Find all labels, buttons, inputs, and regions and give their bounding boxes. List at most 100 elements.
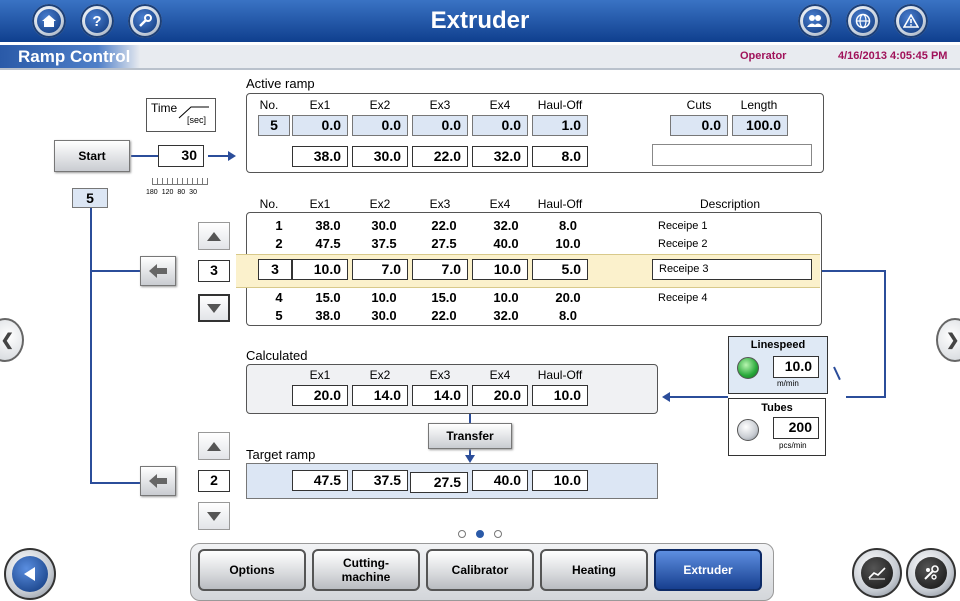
recipe-cell[interactable]: 15.0 xyxy=(300,290,356,305)
chevron-right-icon: ❯ xyxy=(946,332,960,349)
tools-icon xyxy=(915,557,947,589)
target-ex2[interactable]: 37.5 xyxy=(352,470,408,491)
tubes-led xyxy=(737,419,759,441)
recipe-selector-value[interactable]: 3 xyxy=(198,260,230,282)
linespeed-panel[interactable]: Linespeed 10.0 m/min xyxy=(728,336,828,394)
home-icon xyxy=(37,9,61,33)
selected-desc[interactable]: Receipe 3 xyxy=(652,259,812,280)
recipe-row-no[interactable]: 1 xyxy=(262,218,296,233)
recipe-row-no[interactable]: 2 xyxy=(262,236,296,251)
users-icon xyxy=(803,9,827,33)
tab-heating[interactable]: Heating xyxy=(540,549,648,591)
linespeed-led xyxy=(737,357,759,379)
selected-row-no[interactable]: 3 xyxy=(258,259,292,280)
recipe-cell[interactable]: 30.0 xyxy=(356,308,412,323)
page-title: Ramp Control xyxy=(18,47,131,66)
recipe-desc[interactable]: Receipe 2 xyxy=(658,238,708,250)
recipe-cell[interactable]: 38.0 xyxy=(300,308,356,323)
active-current-hauloff: 1.0 xyxy=(532,115,588,136)
recipe-cell[interactable]: 40.0 xyxy=(478,236,534,251)
recipe-cell[interactable]: 22.0 xyxy=(416,308,472,323)
target-down-button[interactable] xyxy=(198,502,230,530)
recipe-cell[interactable]: 37.5 xyxy=(356,236,412,251)
recipe-cell[interactable]: 20.0 xyxy=(540,290,596,305)
calc-hauloff: 10.0 xyxy=(532,385,588,406)
recipe-cell[interactable]: 27.5 xyxy=(416,236,472,251)
load-recipe-button[interactable] xyxy=(140,256,176,286)
target-ramp-title: Target ramp xyxy=(246,447,316,462)
recipe-col-header: Description xyxy=(699,197,761,211)
tab-calibrator[interactable]: Calibrator xyxy=(426,549,534,591)
recipe-cell[interactable]: 22.0 xyxy=(416,218,472,233)
time-scale[interactable] xyxy=(152,178,208,185)
page-dot[interactable] xyxy=(458,530,466,538)
start-button[interactable]: Start xyxy=(54,140,130,172)
users-button[interactable] xyxy=(798,4,832,38)
triangle-up-icon xyxy=(207,441,221,451)
scale-label: 180 xyxy=(146,189,158,196)
target-up-button[interactable] xyxy=(198,432,230,460)
recipe-cell[interactable]: 38.0 xyxy=(300,218,356,233)
tab-extruder[interactable]: Extruder xyxy=(654,549,762,591)
help-button[interactable]: ? xyxy=(80,4,114,38)
target-ex3[interactable]: 27.5 xyxy=(410,472,468,493)
selected-ex4[interactable]: 10.0 xyxy=(472,259,528,280)
home-button[interactable] xyxy=(32,4,66,38)
recipe-cell[interactable]: 47.5 xyxy=(300,236,356,251)
recipe-desc[interactable]: Receipe 4 xyxy=(658,292,708,304)
wrench-icon xyxy=(133,9,157,33)
settings-button[interactable] xyxy=(128,4,162,38)
recipe-cell[interactable]: 10.0 xyxy=(356,290,412,305)
recipe-desc[interactable]: Receipe 1 xyxy=(658,220,708,232)
target-hauloff[interactable]: 10.0 xyxy=(532,470,588,491)
target-ex4[interactable]: 40.0 xyxy=(472,470,528,491)
ramp-icon xyxy=(178,106,209,119)
page-dot[interactable] xyxy=(494,530,502,538)
recipe-cell[interactable]: 30.0 xyxy=(356,218,412,233)
alarm-button[interactable] xyxy=(894,4,928,38)
col-header: Haul-Off xyxy=(537,98,583,112)
connector-line xyxy=(90,204,92,484)
recipe-row-no[interactable]: 5 xyxy=(262,308,296,323)
selected-ex3[interactable]: 7.0 xyxy=(412,259,468,280)
tools-button[interactable] xyxy=(906,548,956,598)
datetime: 4/16/2013 4:05:45 PM xyxy=(838,50,948,62)
connector-line xyxy=(884,270,886,398)
selected-ex1[interactable]: 10.0 xyxy=(292,259,348,280)
back-button[interactable] xyxy=(4,548,56,600)
recipe-col-header: No. xyxy=(259,197,279,211)
recipe-cell[interactable]: 32.0 xyxy=(478,308,534,323)
prev-page-button[interactable]: ❮ xyxy=(0,318,24,362)
recipe-down-button[interactable] xyxy=(198,294,230,322)
next-page-button[interactable]: ❯ xyxy=(936,318,960,362)
recipe-row-no[interactable]: 4 xyxy=(262,290,296,305)
recipe-cell[interactable]: 10.0 xyxy=(540,236,596,251)
connector-line xyxy=(131,155,158,157)
recipe-cell[interactable]: 10.0 xyxy=(478,290,534,305)
time-value[interactable]: 30 xyxy=(158,145,204,167)
recipe-cell[interactable]: 8.0 xyxy=(540,218,596,233)
page-dot-active[interactable] xyxy=(476,530,484,538)
recipe-cell[interactable]: 15.0 xyxy=(416,290,472,305)
calc-col-header: Ex2 xyxy=(369,368,391,382)
recipe-cell[interactable]: 8.0 xyxy=(540,308,596,323)
target-selector-value[interactable]: 2 xyxy=(198,470,230,492)
tubes-title: Tubes xyxy=(761,402,793,414)
transfer-button[interactable]: Transfer xyxy=(428,423,512,449)
language-button[interactable] xyxy=(846,4,880,38)
target-ex1[interactable]: 47.5 xyxy=(292,470,348,491)
tab-options[interactable]: Options xyxy=(198,549,306,591)
selected-hauloff[interactable]: 5.0 xyxy=(532,259,588,280)
active-target-ex2: 30.0 xyxy=(352,146,408,167)
tubes-panel[interactable]: Tubes 200 pcs/min xyxy=(728,398,826,456)
active-current-ex1: 0.0 xyxy=(292,115,348,136)
load-target-button[interactable] xyxy=(140,466,176,496)
tab-cutting-machine[interactable]: Cutting- machine xyxy=(312,549,420,591)
recipe-up-button[interactable] xyxy=(198,222,230,250)
calc-col-header: Ex3 xyxy=(429,368,451,382)
recipe-cell[interactable]: 32.0 xyxy=(478,218,534,233)
trend-button[interactable] xyxy=(852,548,902,598)
selected-ex2[interactable]: 7.0 xyxy=(352,259,408,280)
linespeed-value[interactable]: 10.0 xyxy=(773,356,819,378)
tubes-value[interactable]: 200 xyxy=(773,417,819,439)
